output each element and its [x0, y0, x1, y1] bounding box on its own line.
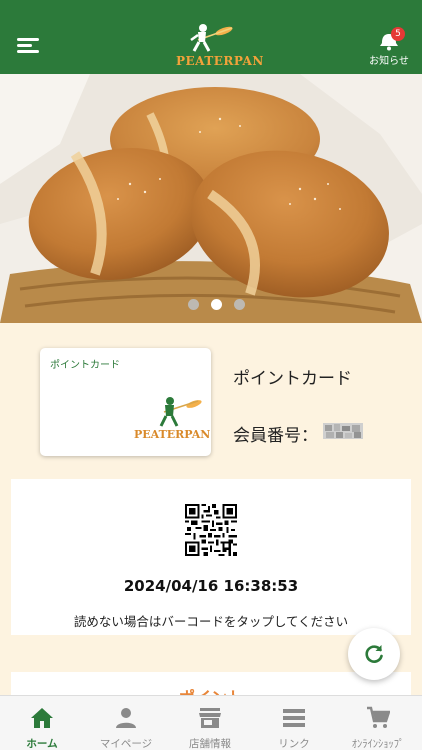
qr-code-panel: 2024/04/16 16:38:53 読めない場合はバーコードをタップしてくだ… — [11, 479, 411, 635]
notification-badge: 5 — [391, 27, 405, 41]
tab-home[interactable]: ホーム — [0, 696, 84, 750]
carousel-dot[interactable] — [188, 299, 199, 310]
tab-label: 店舗情報 — [189, 738, 231, 750]
store-icon — [199, 708, 221, 728]
tab-store-info[interactable]: 店舗情報 — [168, 696, 252, 750]
point-card-heading: ポイントカード — [233, 369, 352, 389]
tab-online-shop[interactable]: ｵﾝﾗｲﾝｼｮｯﾌﾟ — [336, 696, 420, 750]
tab-label: ホーム — [26, 738, 58, 750]
person-icon — [116, 708, 136, 728]
carousel-dot-active[interactable] — [211, 299, 222, 310]
card-brand-text: PEATERPAN — [134, 428, 211, 441]
brand-logo: PEATERPAN — [176, 22, 264, 72]
home-icon — [31, 708, 53, 728]
carousel-dot[interactable] — [234, 299, 245, 310]
tab-label: リンク — [278, 738, 310, 750]
tab-label: ｵﾝﾗｲﾝｼｮｯﾌﾟ — [351, 738, 405, 750]
refresh-icon — [365, 645, 383, 663]
bottom-tab-bar: ホーム マイページ 店舗情報 リンク ｵﾝﾗｲﾝｼｮｯﾌﾟ — [0, 695, 422, 750]
notifications-button[interactable]: 5 お知らせ — [364, 27, 414, 70]
tab-mypage[interactable]: マイページ — [84, 696, 168, 750]
carousel-indicator — [0, 299, 422, 311]
tab-links[interactable]: リンク — [252, 696, 336, 750]
list-icon — [283, 709, 305, 727]
member-number-label: 会員番号： — [233, 426, 318, 446]
menu-icon[interactable] — [17, 38, 39, 54]
notifications-label: お知らせ — [369, 56, 409, 67]
hero-banner-image[interactable] — [0, 74, 422, 323]
refresh-button[interactable] — [348, 628, 400, 680]
tab-label: マイページ — [99, 738, 153, 750]
app-header: PEATERPAN 5 お知らせ — [0, 0, 422, 74]
member-number-redacted — [323, 423, 363, 439]
point-card-title: ポイントカード — [50, 360, 120, 371]
card-logo-icon — [159, 397, 202, 427]
point-card-image[interactable]: ポイントカード PEATERPAN — [40, 348, 211, 456]
logo-text: PEATERPAN — [176, 54, 264, 68]
qr-timestamp: 2024/04/16 16:38:53 — [123, 577, 299, 595]
bell-icon — [380, 34, 398, 51]
barcode-hint[interactable]: 読めない場合はバーコードをタップしてください — [11, 611, 411, 630]
qr-code[interactable] — [185, 504, 237, 556]
cart-icon — [367, 706, 390, 728]
